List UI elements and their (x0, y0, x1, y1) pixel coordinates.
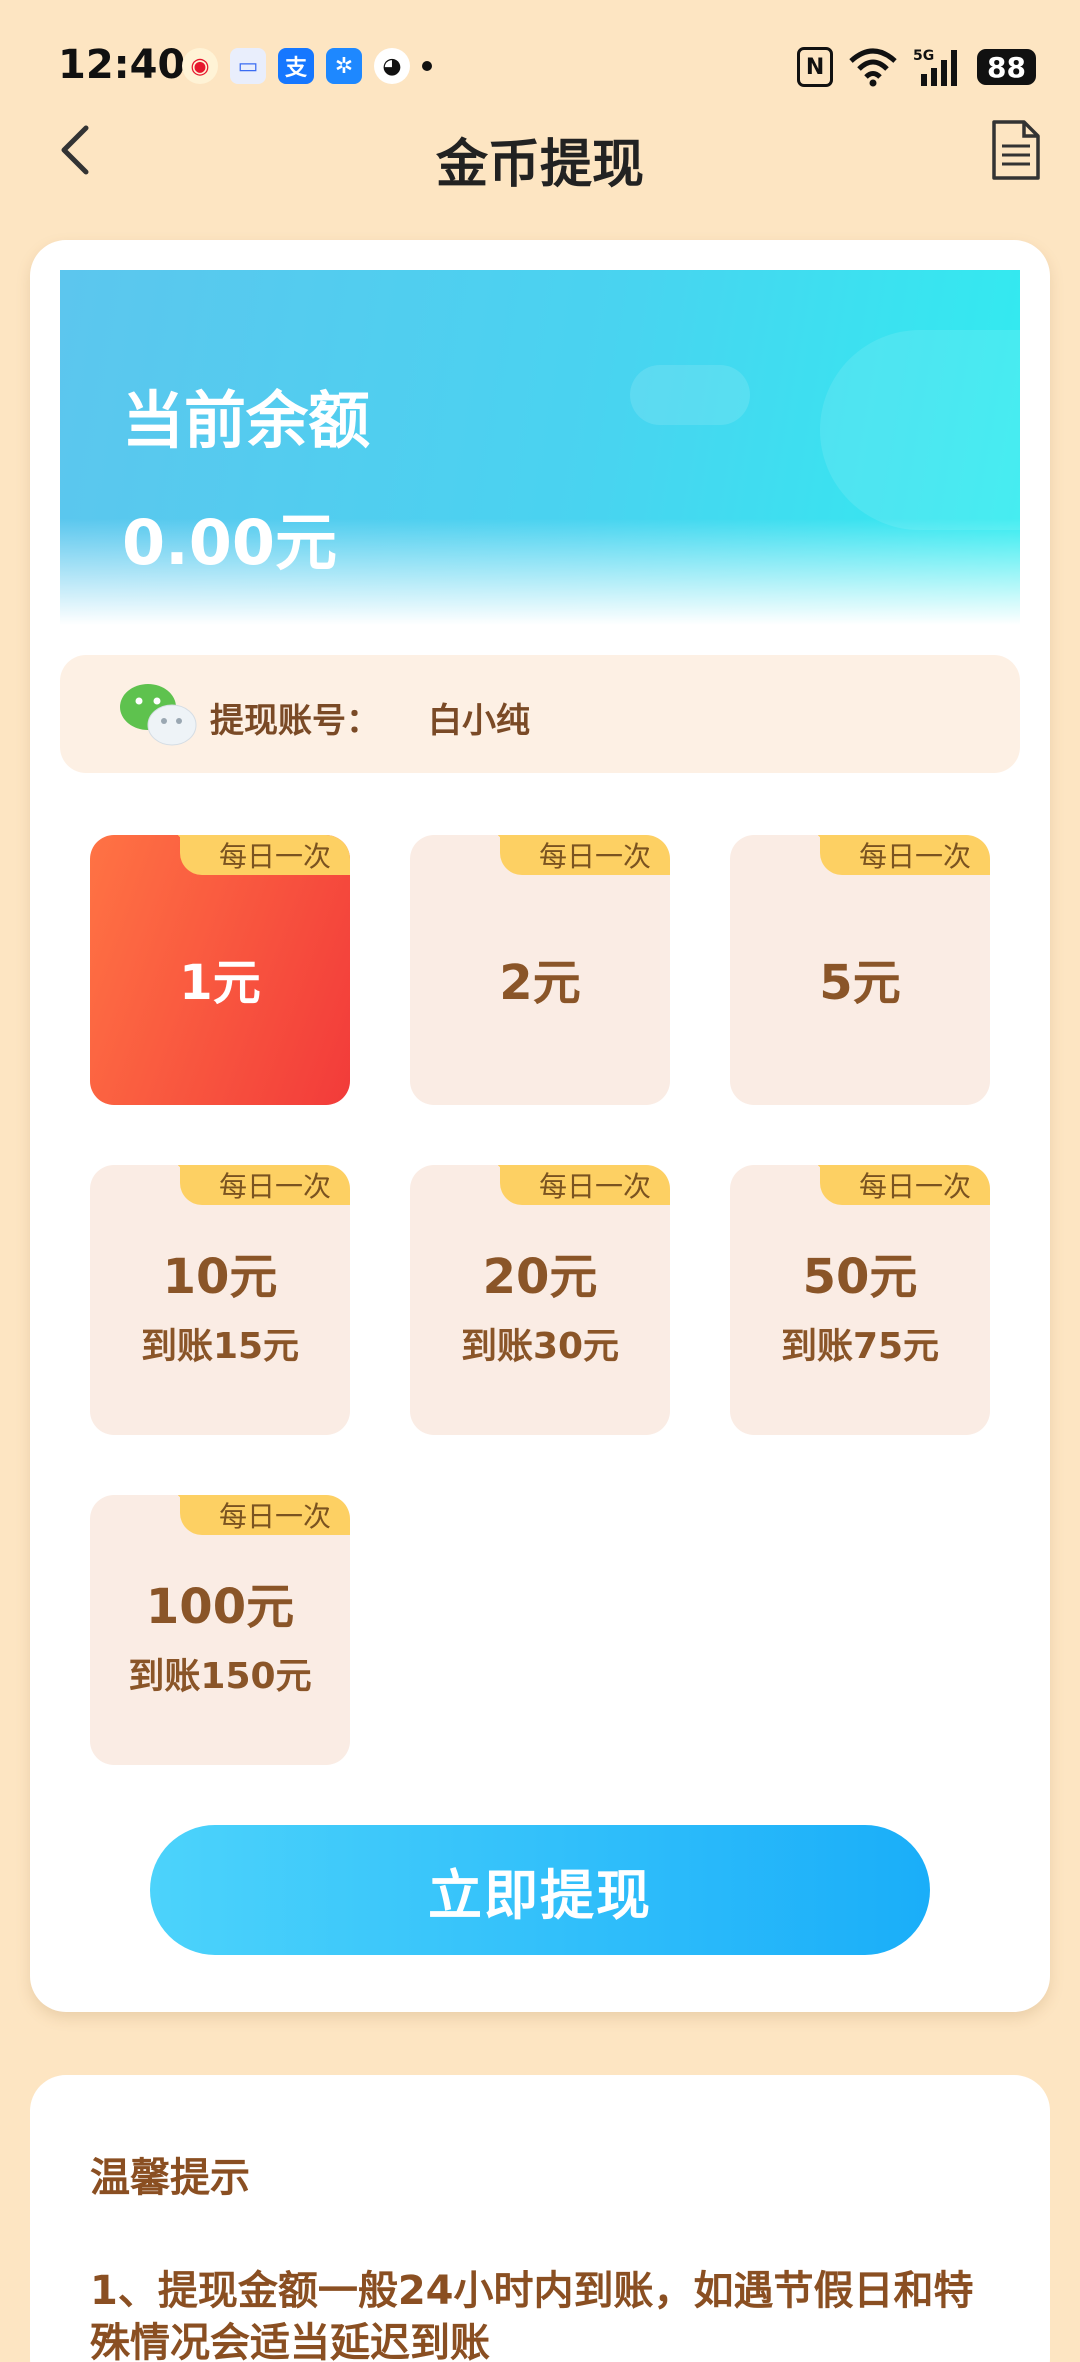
daily-once-tag: 每日一次 (498, 1165, 670, 1205)
wechat-icon (120, 684, 197, 746)
notification-icons: ◉ ▭ 支 ✲ ◕ (182, 48, 432, 84)
document-icon[interactable] (990, 118, 1042, 182)
withdraw-now-button[interactable]: 立即提现 (150, 1825, 930, 1955)
daily-once-tag: 每日一次 (178, 1495, 350, 1535)
option-bonus: 到账15元 (140, 1326, 300, 1367)
amount-option-100[interactable]: 每日一次 100元 到账150元 (90, 1495, 350, 1765)
withdraw-account-row[interactable]: 提现账号： 白小纯 (60, 655, 1020, 773)
account-name: 白小纯 (428, 701, 530, 741)
banner-decoration (630, 365, 750, 425)
qq-icon: ◕ (374, 48, 410, 84)
amount-option-2[interactable]: 每日一次 2元 (410, 835, 670, 1105)
tips-card: 温馨提示 1、提现金额一般24小时内到账，如遇节假日和特殊情况会适当延迟到账 (30, 2075, 1050, 2362)
option-amount: 10元 (162, 1249, 278, 1305)
message-icon: ▭ (230, 48, 266, 84)
status-time: 12:40 (58, 42, 186, 88)
fan-icon: ✲ (326, 48, 362, 84)
daily-once-tag: 每日一次 (818, 1165, 990, 1205)
option-amount: 1元 (179, 955, 261, 1011)
weibo-icon: ◉ (182, 48, 218, 84)
amount-option-5[interactable]: 每日一次 5元 (730, 835, 990, 1105)
balance-amount: 0.00元 (122, 506, 337, 579)
wifi-icon (849, 48, 897, 87)
banner-decoration (820, 330, 1020, 530)
nfc-icon: N (797, 47, 834, 87)
amount-option-10[interactable]: 每日一次 10元 到账15元 (90, 1165, 350, 1435)
daily-once-tag: 每日一次 (498, 835, 670, 875)
tips-title: 温馨提示 (90, 2155, 250, 2201)
alipay-icon: 支 (278, 48, 314, 84)
withdraw-card: 当前余额 0.00元 提现账号： 白小纯 每日一次 1元 每日一次 2元 每日一… (30, 240, 1050, 2012)
option-bonus: 到账150元 (128, 1656, 312, 1697)
tip-item: 1、提现金额一般24小时内到账，如遇节假日和特殊情况会适当延迟到账 (90, 2268, 974, 2362)
option-amount: 2元 (499, 955, 581, 1011)
signal-icon: 5G (913, 48, 958, 86)
amount-option-1[interactable]: 每日一次 1元 (90, 835, 350, 1105)
daily-once-tag: 每日一次 (818, 835, 990, 875)
daily-once-tag: 每日一次 (178, 1165, 350, 1205)
daily-once-tag: 每日一次 (178, 835, 350, 875)
amount-option-50[interactable]: 每日一次 50元 到账75元 (730, 1165, 990, 1435)
balance-label: 当前余额 (122, 384, 371, 457)
more-dot-icon (422, 61, 432, 71)
page-title: 金币提现 (435, 135, 644, 195)
account-label: 提现账号： (210, 701, 380, 741)
option-bonus: 到账75元 (780, 1326, 940, 1367)
option-amount: 50元 (802, 1249, 918, 1305)
system-icons: N 5G 88 (797, 46, 1036, 88)
option-amount: 5元 (819, 955, 901, 1011)
network-label: 5G (913, 48, 934, 64)
option-amount: 100元 (145, 1579, 295, 1635)
amount-option-20[interactable]: 每日一次 20元 到账30元 (410, 1165, 670, 1435)
balance-banner: 当前余额 0.00元 (60, 270, 1020, 625)
option-amount: 20元 (482, 1249, 598, 1305)
status-bar: 12:40 ◉ ▭ 支 ✲ ◕ N 5G 88 (0, 0, 1080, 130)
option-bonus: 到账30元 (460, 1326, 620, 1367)
battery-indicator: 88 (977, 49, 1036, 85)
